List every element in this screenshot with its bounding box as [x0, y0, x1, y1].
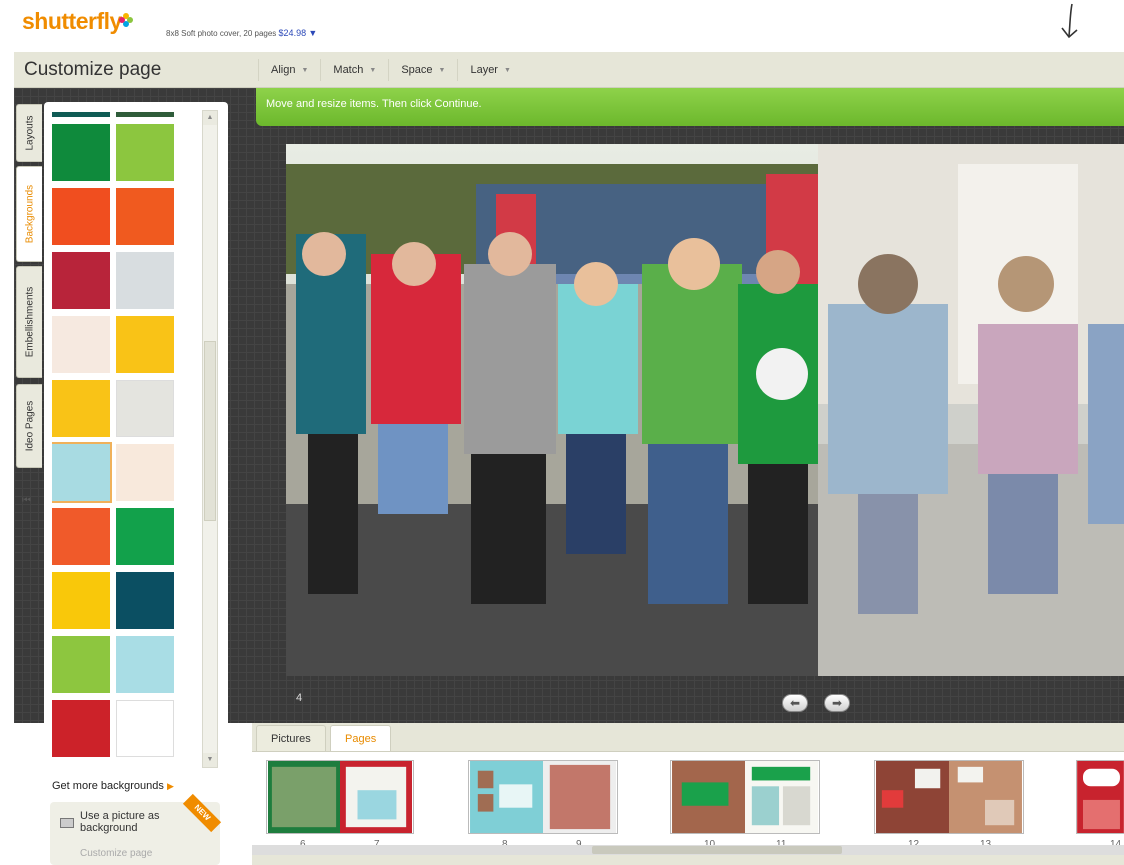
background-swatch[interactable] [116, 636, 174, 693]
page-thumbnail[interactable] [874, 760, 1024, 834]
tray-scrollbar[interactable] [252, 845, 1124, 855]
background-swatch[interactable] [52, 188, 110, 245]
match-menu[interactable]: Match ▼ [320, 59, 388, 81]
product-price: $24.98 [278, 28, 307, 38]
chevron-down-icon: ▼ [438, 66, 446, 74]
page-tray: Pictures Pages 6 7 8 9 [252, 723, 1124, 865]
chevron-down-icon: ▼ [301, 66, 309, 74]
background-swatch[interactable] [116, 252, 174, 309]
scroll-thumb[interactable] [204, 341, 216, 521]
page-thumbnail[interactable] [266, 760, 414, 834]
background-swatch[interactable] [52, 112, 110, 117]
shutterfly-logo[interactable]: shutterfly [22, 8, 122, 35]
tab-layouts[interactable]: Layouts [16, 104, 42, 162]
background-swatch[interactable] [52, 316, 110, 373]
background-swatch[interactable] [116, 316, 174, 373]
chevron-down-icon: ▼ [503, 66, 511, 74]
panel-scrollbar[interactable]: ▲ ▼ [202, 110, 218, 768]
photo-kids-backpacks[interactable] [818, 144, 1124, 676]
collapse-panel-icon[interactable]: ⏮ [22, 495, 31, 506]
photo-kids-playground[interactable] [286, 144, 818, 676]
background-swatch[interactable] [52, 442, 112, 503]
page-thumbnail[interactable] [670, 760, 820, 834]
page-number: 4 [296, 692, 303, 704]
background-swatch[interactable] [52, 380, 110, 437]
use-picture-box[interactable]: Use a picture as background Customize pa… [50, 793, 222, 865]
next-page-button[interactable]: ➡ [824, 694, 850, 712]
product-description: 8x8 Soft photo cover, 20 pages [166, 29, 277, 38]
background-swatch[interactable] [52, 508, 110, 565]
page-toolbar: Customize page Align ▼ Match ▼ Space ▼ Laye… [14, 52, 1124, 88]
background-swatch[interactable] [52, 252, 110, 309]
tray-scroll-thumb[interactable] [592, 846, 842, 854]
scroll-down-icon[interactable]: ▼ [203, 753, 217, 767]
scroll-up-icon[interactable]: ▲ [203, 111, 217, 125]
backgrounds-panel: ▲ ▼ Get more backgrounds ▶ Use a picture… [44, 102, 228, 865]
down-arrow-icon [1061, 3, 1078, 39]
previous-page-button[interactable]: ⬅ [782, 694, 808, 712]
tab-pages[interactable]: Pages [330, 725, 392, 751]
page-thumbnail[interactable] [1076, 760, 1124, 834]
price-dropdown-icon[interactable]: ▼ [308, 28, 317, 38]
picture-icon [60, 818, 74, 828]
arrow-left-icon: ⬅ [789, 696, 801, 710]
chevron-down-icon: ▼ [369, 66, 377, 74]
background-swatch[interactable] [116, 112, 174, 117]
background-swatch[interactable] [116, 508, 174, 565]
top-header: shutterfly 8x8 Soft photo cover, 20 page… [0, 0, 1124, 52]
layout-tools: Align ▼ Match ▼ Space ▼ Layer ▼ [258, 52, 523, 88]
align-menu[interactable]: Align ▼ [258, 59, 320, 81]
logo-flower-icon [119, 13, 133, 27]
background-swatch[interactable] [116, 572, 174, 629]
page-thumbnails: 6 7 8 9 10 11 [252, 751, 1124, 855]
tab-backgrounds[interactable]: Backgrounds [16, 166, 42, 262]
background-swatch[interactable] [52, 572, 110, 629]
space-menu[interactable]: Space ▼ [388, 59, 457, 81]
background-swatch[interactable] [52, 636, 110, 693]
layer-menu[interactable]: Layer ▼ [457, 59, 522, 81]
background-swatch[interactable] [52, 700, 110, 757]
product-summary[interactable]: 8x8 Soft photo cover, 20 pages $24.98 ▼ [166, 28, 317, 38]
background-swatch[interactable] [116, 124, 174, 181]
background-swatch[interactable] [52, 124, 110, 181]
arrow-right-icon: ➡ [831, 696, 843, 710]
page-title: Customize page [24, 59, 162, 80]
background-swatch-grid [52, 112, 176, 772]
photo-spread[interactable] [286, 144, 1124, 676]
tab-pictures[interactable]: Pictures [256, 725, 326, 751]
tab-ideo-pages[interactable]: Ideo Pages [16, 384, 42, 468]
arrow-right-icon: ▶ [166, 781, 174, 791]
background-swatch[interactable] [116, 380, 174, 437]
customize-page-link[interactable]: Customize page [80, 848, 152, 859]
instruction-banner: Move and resize items. Then click Contin… [256, 88, 1124, 126]
side-tabs: Layouts Backgrounds Embellishments Ideo … [14, 102, 44, 506]
page-thumbnail[interactable] [468, 760, 618, 834]
background-swatch[interactable] [116, 188, 174, 245]
background-swatch[interactable] [116, 444, 174, 501]
background-swatch[interactable] [116, 700, 174, 757]
tab-embellishments[interactable]: Embellishments [16, 266, 42, 378]
get-more-backgrounds-link[interactable]: Get more backgrounds ▶ [52, 780, 174, 792]
